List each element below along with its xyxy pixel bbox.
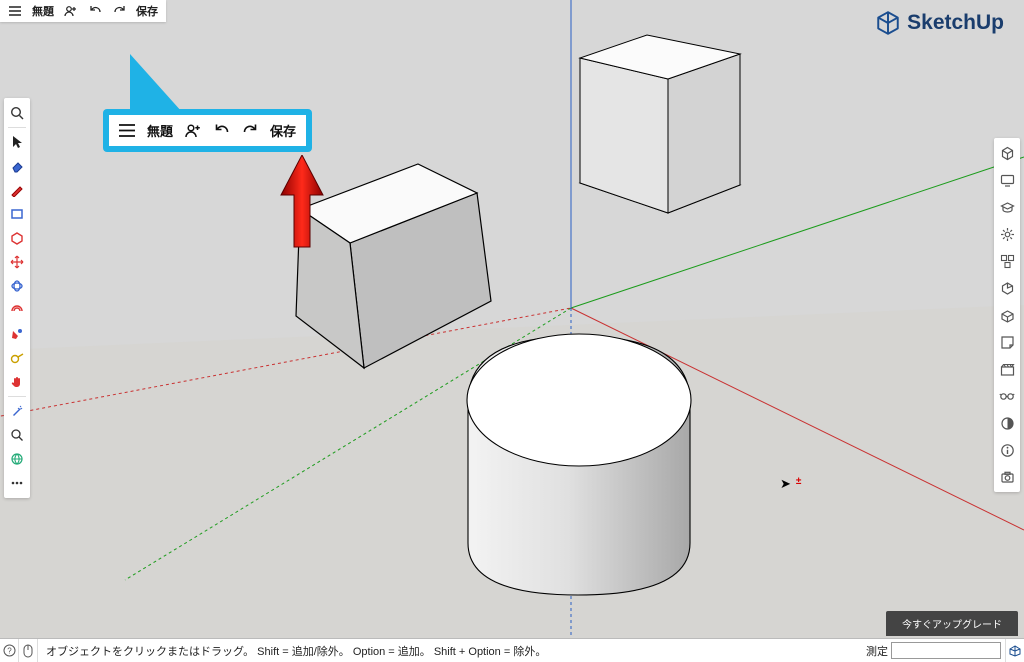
3dwarehouse-tool[interactable] [996,277,1018,299]
sketchup-logo: SketchUp [875,10,1004,36]
callout-save: 保存 [270,121,296,140]
pushpull-tool[interactable] [6,251,28,273]
search-tool[interactable] [6,102,28,124]
styles-tool[interactable] [996,358,1018,380]
status-hint: オブジェクトをクリックまたはドラッグ。 Shift = 追加/除外。 Optio… [38,643,546,659]
scenes-tool[interactable] [996,385,1018,407]
display-tool[interactable] [996,169,1018,191]
menu-icon [119,124,135,137]
svg-text:?: ? [7,647,12,656]
red-arrow-icon [279,155,325,249]
tape-tool[interactable] [6,347,28,369]
mouse-icon[interactable] [19,639,38,662]
pencil-tool[interactable] [6,179,28,201]
callout-title: 無題 [147,121,173,140]
right-toolbar [994,138,1020,492]
orbit-tool[interactable] [6,400,28,422]
undo-icon [214,123,230,138]
logo-text: SketchUp [907,11,1004,35]
measurement-label: 測定 [866,643,891,659]
pan-tool[interactable] [6,424,28,446]
select-tool[interactable] [6,131,28,153]
person-plus-icon [185,123,202,138]
upgrade-button[interactable]: 今すぐアップグレード [886,611,1018,636]
materials-tool[interactable] [996,331,1018,353]
person-plus-icon[interactable] [64,4,78,18]
entity-info-tool[interactable] [996,142,1018,164]
move-tool[interactable] [6,275,28,297]
tags-tool[interactable] [996,304,1018,326]
redo-icon[interactable] [112,4,126,18]
undo-icon[interactable] [88,4,102,18]
circle-tool[interactable] [6,227,28,249]
measurement-input[interactable] [891,642,1001,659]
zoom-tool[interactable] [6,448,28,470]
status-bar: ? オブジェクトをクリックまたはドラッグ。 Shift = 追加/除外。 Opt… [0,638,1024,662]
add-tool[interactable] [996,439,1018,461]
rotate-tool[interactable] [6,299,28,321]
more-tool[interactable] [6,472,28,494]
left-toolbar [4,98,30,498]
shadows-tool[interactable] [996,412,1018,434]
redo-icon [242,123,258,138]
layers-tool[interactable] [996,466,1018,488]
rectangle-tool[interactable] [6,203,28,225]
save-button[interactable]: 保存 [136,3,158,19]
text-tool[interactable] [6,371,28,393]
components-tool[interactable] [996,250,1018,272]
instructor-tool[interactable] [996,196,1018,218]
menu-icon[interactable] [8,4,22,18]
geo-icon[interactable] [1005,639,1024,662]
eraser-tool[interactable] [6,155,28,177]
paint-tool[interactable] [6,323,28,345]
help-icon[interactable]: ? [0,639,19,662]
app-topbar: 無題 保存 [0,0,166,22]
outliner-tool[interactable] [996,223,1018,245]
title-label: 無題 [32,3,54,19]
callout-topbar-zoom: 無題 保存 [103,109,312,152]
